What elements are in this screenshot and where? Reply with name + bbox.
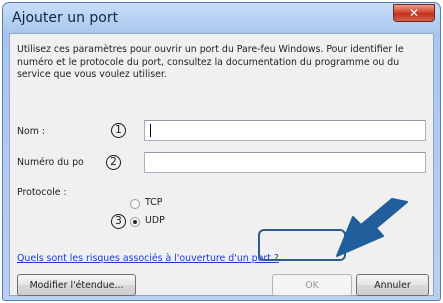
close-icon: ✕ (408, 6, 420, 20)
udp-radio-label[interactable]: UDP (145, 215, 165, 226)
callout-1: 1 (111, 123, 126, 138)
port-risks-link[interactable]: Quels sont les risques associés à l'ouve… (17, 253, 279, 264)
udp-radio[interactable] (130, 217, 140, 227)
port-number-label: Numéro du po (17, 157, 84, 168)
port-number-input[interactable] (144, 152, 426, 173)
dialog-title: Ajouter un port (12, 10, 119, 26)
text-caret (150, 124, 151, 137)
description-text: Utilisez ces paramètres pour ouvrir un p… (17, 44, 404, 80)
tcp-radio[interactable] (130, 199, 140, 209)
modify-scope-button[interactable]: Modifier l'étendue... (17, 274, 136, 296)
callout-2: 2 (106, 155, 121, 170)
name-label: Nom : (17, 126, 46, 137)
protocol-label: Protocole : (17, 187, 67, 198)
callout-3: 3 (111, 214, 126, 229)
tcp-radio-label[interactable]: TCP (145, 197, 162, 208)
ok-button[interactable]: OK (272, 274, 352, 296)
title-bar[interactable]: Ajouter un port ✕ (3, 3, 440, 33)
name-input[interactable] (144, 120, 426, 141)
pointer-arrow-icon (336, 198, 408, 257)
cancel-button[interactable]: Annuler (356, 274, 429, 296)
close-button[interactable]: ✕ (393, 4, 435, 22)
